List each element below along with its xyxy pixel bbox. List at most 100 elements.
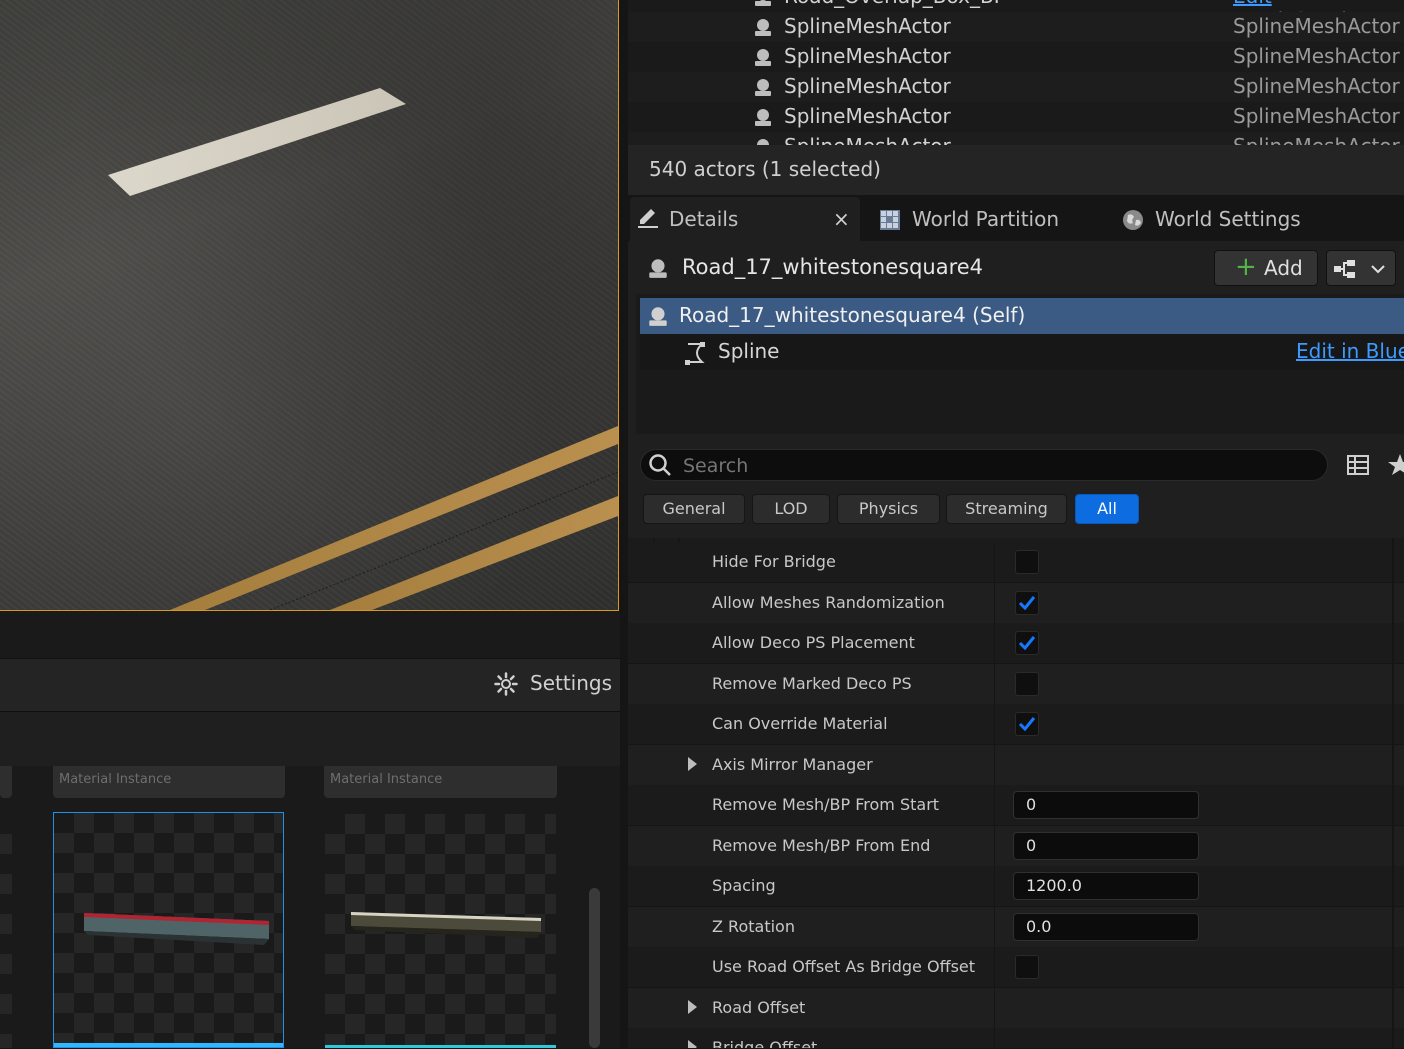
filter-streaming[interactable]: Streaming <box>946 494 1067 524</box>
vertical-scrollbar[interactable] <box>589 888 600 1048</box>
expand-arrow-icon[interactable] <box>688 757 697 771</box>
actor-icon <box>755 49 771 66</box>
actor-count: 540 actors (1 selected) <box>649 157 881 181</box>
checkmark-icon <box>1018 636 1036 651</box>
world-partition-icon <box>880 210 900 230</box>
remove-mesh-from-end-field[interactable]: 0 <box>1013 832 1199 860</box>
filter-physics[interactable]: Physics <box>837 494 940 524</box>
chevron-down-icon <box>1371 265 1385 274</box>
gear-icon <box>494 672 518 696</box>
globe-icon <box>1123 210 1143 230</box>
property-label: Z Rotation <box>712 917 795 936</box>
outliner-footer: 540 actors (1 selected) <box>628 145 1404 195</box>
property-row: Use Road Offset As Bridge Offset <box>628 947 1404 988</box>
property-label: Spacing <box>712 876 776 895</box>
asset-type-tab: Material Instance <box>324 766 557 798</box>
filter-general[interactable]: General <box>643 494 745 524</box>
property-row: Can Override Material <box>628 704 1404 745</box>
property-label: Bridge Offset <box>712 1038 818 1049</box>
use-road-offset-as-bridge-offset-checkbox[interactable] <box>1015 955 1039 979</box>
outliner-type: SplineMeshActor <box>1233 104 1400 128</box>
outliner-row[interactable]: SplineMeshActor SplineMeshActor <box>628 12 1404 42</box>
content-browser-toolbar: Settings <box>0 658 620 713</box>
property-label: Remove Mesh/BP From Start <box>712 795 940 814</box>
property-value <box>994 623 1395 663</box>
asset-tile[interactable] <box>53 812 284 1048</box>
outliner-row[interactable]: Road_Overlap_Box_BP Edit Road_Overlap_ <box>628 0 1404 32</box>
allow-deco-ps-placement-checkbox[interactable] <box>1015 631 1039 655</box>
details-tab-bar: Details × World Partition World Settings <box>628 195 1404 241</box>
property-row[interactable]: Axis Mirror Manager <box>628 745 1404 786</box>
add-component-button[interactable]: + Add <box>1214 250 1318 286</box>
tab-world-partition[interactable]: World Partition <box>878 197 1088 241</box>
property-row: Spacing 1200.0 <box>628 866 1404 907</box>
outliner-row[interactable]: SplineMeshActor SplineMeshActor <box>628 42 1404 72</box>
pencil-icon <box>638 209 658 228</box>
filter-lod[interactable]: LOD <box>752 494 830 524</box>
settings-label: Settings <box>530 671 613 695</box>
can-override-material-checkbox[interactable] <box>1015 712 1039 736</box>
property-row[interactable]: Road Offset <box>628 988 1404 1029</box>
property-row: Z Rotation 0.0 <box>628 907 1404 948</box>
asset-type-tab-partial <box>0 766 12 798</box>
property-label: Axis Mirror Manager <box>712 755 873 774</box>
property-value: 0.0 <box>994 907 1395 947</box>
asset-type-label: Material Instance <box>59 772 172 787</box>
remove-mesh-from-start-field[interactable]: 0 <box>1013 791 1199 819</box>
blueprint-options-button[interactable] <box>1326 250 1396 286</box>
blueprint-hierarchy-icon <box>1334 260 1355 278</box>
asset-tile-partial[interactable] <box>0 814 12 1048</box>
outliner-type: SplineMeshActor <box>1233 134 1400 145</box>
property-value <box>994 583 1395 623</box>
property-row: Allow Meshes Randomization <box>628 583 1404 624</box>
asset-color-bar <box>54 1043 283 1047</box>
edit-in-blueprint-link[interactable]: Edit in Bluep <box>1296 339 1404 363</box>
spline-icon <box>685 342 705 365</box>
property-value <box>994 745 1395 785</box>
expand-arrow-icon[interactable] <box>688 1000 697 1014</box>
checkmark-icon <box>1018 717 1036 732</box>
property-row: Remove Mesh/BP From End 0 <box>628 826 1404 867</box>
component-row-spline[interactable]: Spline Edit in Bluep <box>640 334 1404 370</box>
search-input[interactable] <box>681 452 1285 480</box>
actor-icon <box>755 109 771 126</box>
tab-world-partition-label: World Partition <box>912 207 1060 231</box>
actor-icon <box>649 259 667 278</box>
close-icon[interactable]: × <box>833 207 850 231</box>
property-grid-right-border <box>1392 538 1394 1048</box>
property-value <box>994 1028 1395 1048</box>
plus-icon: + <box>1235 252 1257 282</box>
component-label: Spline <box>718 339 780 363</box>
property-value <box>994 542 1395 582</box>
allow-meshes-randomization-checkbox[interactable] <box>1015 591 1039 615</box>
property-label: Can Override Material <box>712 714 888 733</box>
star-icon[interactable] <box>1388 452 1404 476</box>
filter-all[interactable]: All <box>1075 494 1139 524</box>
outliner-name: SplineMeshActor <box>784 104 951 128</box>
property-value <box>994 988 1395 1028</box>
outliner-row[interactable]: SplineMeshActor SplineMeshActor <box>628 72 1404 102</box>
remove-marked-deco-ps-checkbox[interactable] <box>1015 672 1039 696</box>
add-label: Add <box>1264 256 1303 280</box>
hide-for-bridge-checkbox[interactable] <box>1015 550 1039 574</box>
property-matrix-icon[interactable] <box>1346 453 1370 477</box>
z-rotation-field[interactable]: 0.0 <box>1013 913 1199 941</box>
asset-thumbnail <box>84 913 269 945</box>
level-viewport[interactable] <box>0 0 619 611</box>
asset-tile[interactable] <box>325 814 556 1048</box>
tab-details-label: Details <box>669 207 739 231</box>
search-icon <box>649 454 671 476</box>
component-row-self[interactable]: Road_17_whitestonesquare4 (Self) <box>640 298 1404 334</box>
details-search-bar[interactable] <box>640 449 1328 481</box>
property-value <box>994 664 1395 704</box>
spacing-field[interactable]: 1200.0 <box>1013 872 1199 900</box>
tab-world-settings[interactable]: World Settings <box>1122 197 1322 241</box>
property-value <box>994 704 1395 744</box>
outliner-row[interactable]: SplineMeshActor SplineMeshActor <box>628 132 1404 145</box>
outliner-name: SplineMeshActor <box>784 44 951 68</box>
outliner-row[interactable]: SplineMeshActor SplineMeshActor <box>628 102 1404 132</box>
property-row[interactable]: Bridge Offset <box>628 1028 1404 1049</box>
tab-details[interactable]: Details × <box>630 197 860 241</box>
asset-strip <box>0 712 620 766</box>
actor-icon <box>755 0 771 6</box>
